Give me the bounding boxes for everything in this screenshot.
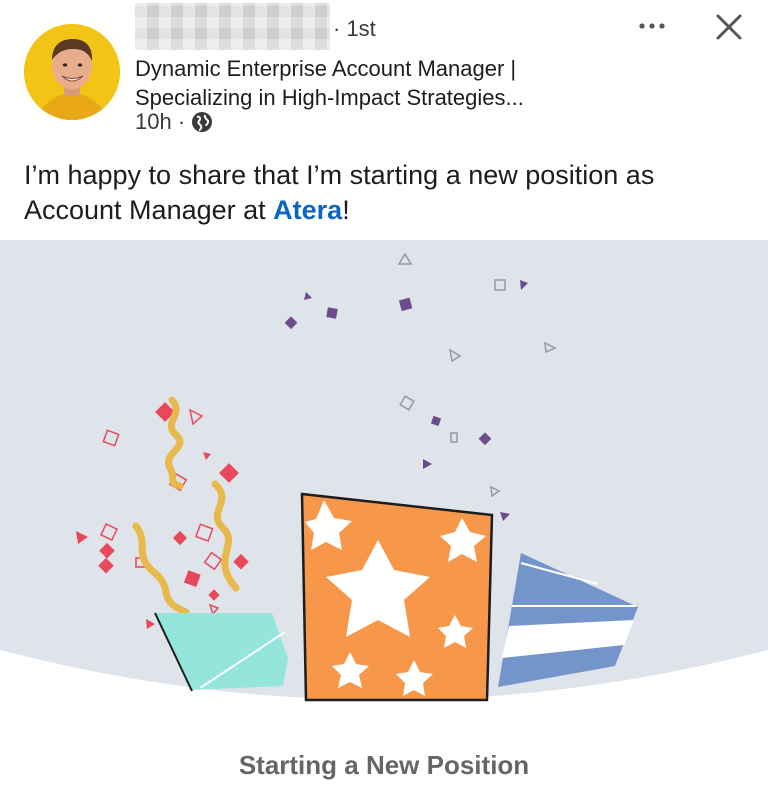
headline-line-1: Dynamic Enterprise Account Manager | xyxy=(135,56,517,81)
headline-line-2: Specializing in High-Impact Strategies..… xyxy=(135,85,524,110)
author-headline: Dynamic Enterprise Account Manager | Spe… xyxy=(135,54,615,112)
more-options-button[interactable] xyxy=(632,12,672,40)
celebration-card[interactable] xyxy=(0,240,768,810)
more-horizontal-icon xyxy=(639,23,665,29)
post-header: · 1st Dynamic Enterprise Account Manager… xyxy=(0,0,768,140)
company-mention-link[interactable]: Atera xyxy=(273,195,342,225)
globe-icon xyxy=(192,112,213,132)
author-avatar[interactable] xyxy=(24,24,120,120)
orange-gift-box xyxy=(300,492,494,702)
author-name-redacted[interactable] xyxy=(135,3,330,50)
person-photo xyxy=(24,24,120,120)
celebration-illustration xyxy=(0,240,768,702)
connection-degree: · 1st xyxy=(333,16,376,41)
post-body: I’m happy to share that I’m starting a n… xyxy=(24,158,744,228)
post-text-part-2: ! xyxy=(342,195,350,225)
post-meta: 10h · xyxy=(135,109,213,135)
close-icon xyxy=(716,14,742,40)
card-title: Starting a New Position xyxy=(238,750,530,780)
close-button[interactable] xyxy=(712,10,746,44)
post-time: 10h · xyxy=(135,109,186,134)
